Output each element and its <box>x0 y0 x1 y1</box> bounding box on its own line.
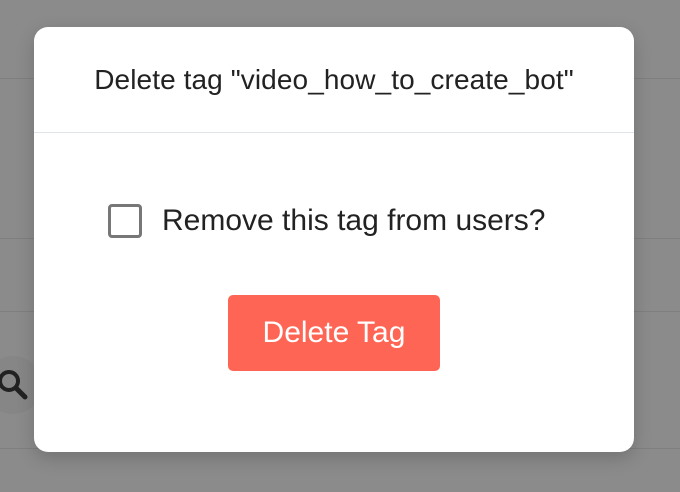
delete-tag-dialog: Delete tag "video_how_to_create_bot" Rem… <box>34 27 634 452</box>
remove-tag-checkbox[interactable] <box>108 204 142 238</box>
remove-tag-checkbox-label: Remove this tag from users? <box>162 204 546 237</box>
dialog-body: Remove this tag from users? Delete Tag <box>34 133 634 452</box>
remove-tag-checkbox-row[interactable]: Remove this tag from users? <box>108 204 545 238</box>
dialog-title: Delete tag "video_how_to_create_bot" <box>94 63 574 95</box>
delete-tag-button[interactable]: Delete Tag <box>228 295 440 371</box>
dialog-header: Delete tag "video_how_to_create_bot" <box>34 27 634 133</box>
